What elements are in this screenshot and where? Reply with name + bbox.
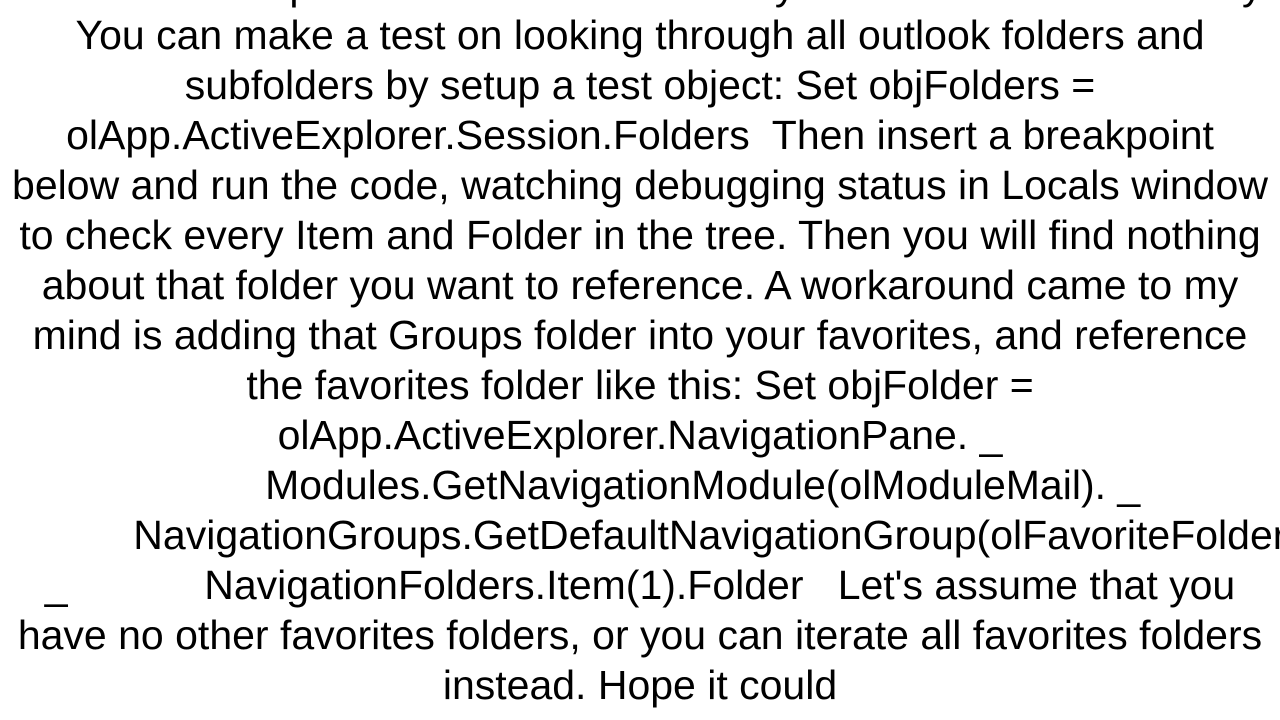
document-body: is that the Groups folder is not accesse…	[0, 0, 1280, 710]
body-text: is that the Groups folder is not accesse…	[8, 0, 1280, 708]
